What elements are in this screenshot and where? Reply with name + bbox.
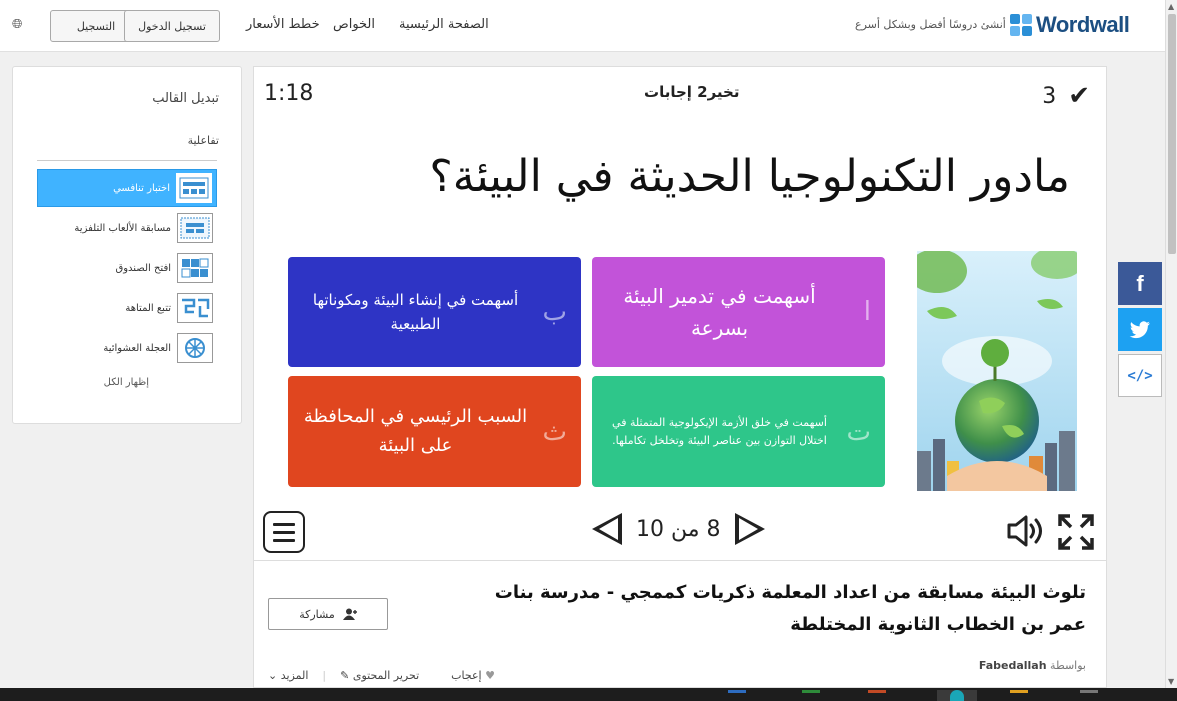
more-label: المزيد: [280, 669, 309, 682]
game-menu-button[interactable]: [263, 511, 305, 553]
fullscreen-icon[interactable]: [1057, 513, 1095, 551]
answer-option-a[interactable]: ا أسهمت في تدمير البيئة بسرعة: [592, 257, 885, 367]
template-item-maze[interactable]: تتبع المتاهة: [37, 289, 217, 327]
top-navigation-bar: 🌐︎ التسجيل تسجيل الدخول خطط الأسعار الخو…: [0, 0, 1165, 52]
template-panel-title: تبديل القالب: [152, 91, 219, 106]
quiz-template-thumb-icon: [176, 173, 212, 203]
more-dropdown[interactable]: ⌄ المزيد: [268, 669, 308, 682]
template-item-label: تتبع المتاهة: [125, 302, 171, 314]
answer-text: أسهمت في تدمير البيئة بسرعة: [623, 284, 816, 340]
by-label: بواسطة: [1050, 659, 1086, 672]
share-button[interactable]: مشاركة: [268, 598, 388, 630]
hamburger-icon-line: [273, 538, 295, 542]
maze-template-thumb-icon: [177, 293, 213, 323]
taskbar-app-icon[interactable]: [868, 690, 886, 701]
answer-letter: ت: [846, 416, 871, 447]
sound-icon[interactable]: [1006, 513, 1046, 549]
taskbar-app-icon[interactable]: [728, 690, 746, 701]
edit-content-button[interactable]: ✎ تحرير المحتوى: [340, 669, 419, 682]
scroll-down-arrow-icon[interactable]: ▼: [1168, 677, 1174, 686]
logo-text: Wordwall: [1036, 12, 1130, 37]
login-button[interactable]: تسجيل الدخول: [124, 10, 220, 42]
answer-text: أسهمت في خلق الأزمة الإيكولوجية المتمثلة…: [612, 415, 827, 447]
answer-option-th[interactable]: ث السبب الرئيسي في المحافظة على البيئة: [288, 376, 581, 487]
share-label: مشاركة: [299, 607, 335, 621]
answer-letter: ا: [863, 297, 871, 327]
template-panel-subtitle: تفاعلية: [187, 134, 219, 147]
taskbar-app-icon[interactable]: [1010, 690, 1028, 701]
answer-text: السبب الرئيسي في المحافظة على البيئة: [303, 405, 528, 456]
open-box-template-thumb-icon: [177, 253, 213, 283]
scroll-up-arrow-icon[interactable]: ▲: [1168, 2, 1174, 11]
hamburger-icon-line: [273, 522, 295, 526]
facebook-icon: f: [1136, 270, 1144, 296]
taskbar-app-icon[interactable]: [802, 690, 820, 701]
tagline: أنشئ دروسًا أفضل وبشكل أسرع: [855, 18, 1006, 31]
pencil-icon: ✎: [340, 669, 350, 682]
score-value: 3: [1042, 83, 1057, 109]
answer-option-t[interactable]: ت أسهمت في خلق الأزمة الإيكولوجية المتمث…: [592, 376, 885, 487]
author-name[interactable]: Fabedallah: [979, 659, 1047, 672]
wordwall-logo[interactable]: Wordwall: [1010, 12, 1130, 38]
template-item-wheel[interactable]: العجلة العشوائية: [37, 329, 217, 367]
user-share-icon: [342, 608, 357, 620]
check-icon: ✔: [1068, 81, 1090, 111]
activity-actions: ⌄ المزيد | ✎ تحرير المحتوى إعجاب ♥: [268, 669, 495, 682]
author-line: بواسطة Fabedallah: [979, 659, 1086, 672]
template-item-label: العجلة العشوائية: [103, 342, 171, 354]
globe-icon[interactable]: 🌐︎: [12, 17, 22, 32]
previous-question-icon[interactable]: [592, 513, 622, 545]
nav-home-link[interactable]: الصفحة الرئيسية: [399, 17, 489, 32]
show-all-templates-link[interactable]: إظهار الكل: [104, 377, 149, 388]
like-label: إعجاب: [451, 669, 482, 682]
embed-code-icon: </>: [1127, 367, 1153, 384]
answer-text: أسهمت في إنشاء البيئة ومكوناتها الطبيعية: [312, 291, 519, 333]
game-timer: 1:18: [264, 81, 314, 106]
page-scrollbar[interactable]: ▲ ▼: [1165, 0, 1177, 688]
hamburger-icon-line: [273, 530, 295, 534]
template-item-quiz[interactable]: اختبار تنافسي: [37, 169, 217, 207]
template-item-label: افتح الصندوق: [115, 262, 171, 274]
answer-letter: ب: [542, 297, 567, 327]
score-display: 3 ✔: [1042, 81, 1090, 111]
divider: [37, 160, 217, 161]
twitter-share-button[interactable]: [1118, 308, 1162, 351]
facebook-share-button[interactable]: f: [1118, 262, 1162, 305]
answer-option-b[interactable]: ب أسهمت في إنشاء البيئة ومكوناتها الطبيع…: [288, 257, 581, 367]
template-item-label: اختبار تنافسي: [113, 182, 170, 194]
nav-pricing-link[interactable]: خطط الأسعار: [246, 17, 320, 32]
divider: |: [322, 669, 327, 682]
question-counter: 8 من 10: [636, 516, 721, 542]
question-image: [917, 251, 1077, 491]
gameshow-template-thumb-icon: [177, 213, 213, 243]
question-pager: 8 من 10: [592, 513, 765, 545]
skip-answers-counter: تخير2 إجابات: [644, 83, 740, 101]
nav-features-link[interactable]: الخواص: [333, 17, 375, 32]
answer-letter: ث: [542, 416, 567, 447]
next-question-icon[interactable]: [734, 513, 765, 545]
taskbar-app-icon: [950, 690, 964, 701]
like-button[interactable]: إعجاب ♥: [451, 669, 495, 682]
template-item-label: مسابقة الألعاب التلفزية: [74, 222, 171, 234]
activity-description: تلوث البيئة مسابقة من اعداد المعلمة ذكري…: [253, 561, 1107, 688]
taskbar-app-icon[interactable]: [1080, 690, 1098, 701]
scrollbar-thumb[interactable]: [1168, 14, 1176, 254]
embed-code-button[interactable]: </>: [1118, 354, 1162, 397]
heart-icon: ♥: [485, 669, 495, 682]
template-switcher-panel: تبديل القالب تفاعلية اختبار تنافسي مسابق…: [12, 66, 242, 424]
template-item-open-box[interactable]: افتح الصندوق: [37, 249, 217, 287]
game-board: 1:18 تخير2 إجابات 3 ✔ مادور التكنولوجيا …: [253, 66, 1107, 561]
activity-title: تلوث البيئة مسابقة من اعداد المعلمة ذكري…: [494, 582, 1086, 635]
wheel-template-thumb-icon: [177, 333, 213, 363]
os-taskbar: [0, 688, 1177, 701]
twitter-icon: [1129, 320, 1150, 338]
question-text: مادور التكنولوجيا الحديثة في البيئة؟: [429, 151, 1070, 202]
wordwall-logo-icon: [1010, 14, 1032, 36]
template-item-gameshow[interactable]: مسابقة الألعاب التلفزية: [37, 209, 217, 247]
edit-label: تحرير المحتوى: [352, 669, 420, 682]
